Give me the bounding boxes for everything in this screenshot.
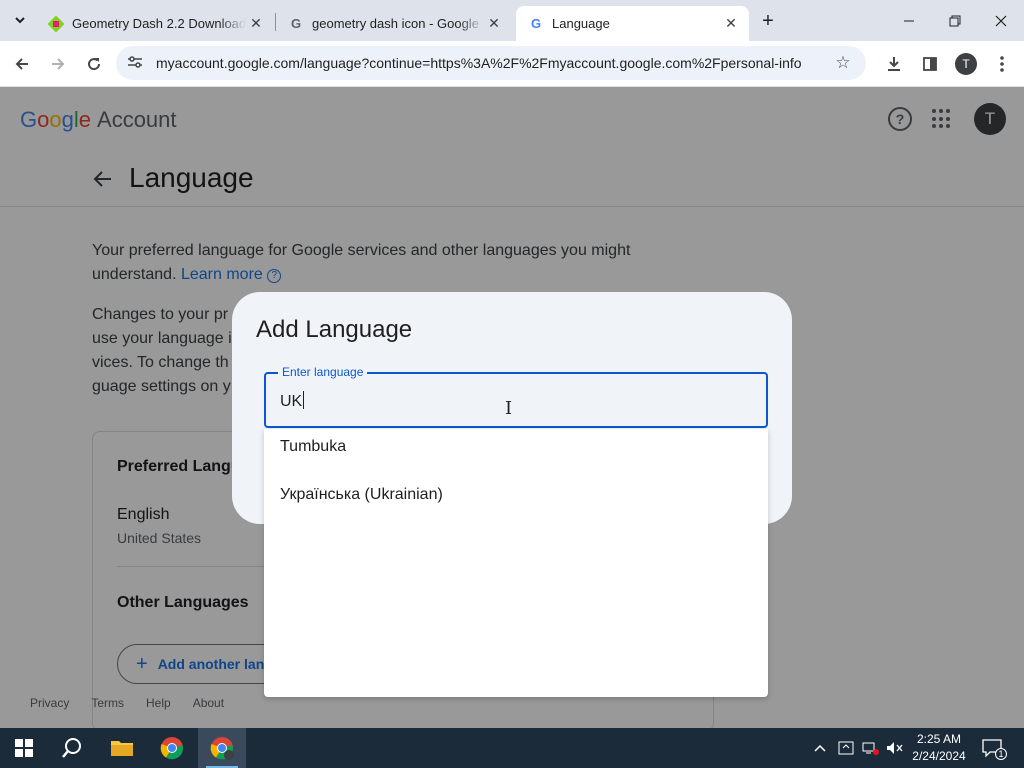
windows-start-icon[interactable] xyxy=(0,728,48,768)
back-icon[interactable] xyxy=(7,49,37,79)
site-info-icon[interactable] xyxy=(124,55,146,72)
field-value: UK xyxy=(280,393,303,410)
side-panel-icon[interactable] xyxy=(915,49,945,79)
new-tab-icon[interactable]: + xyxy=(756,9,780,33)
tab-title: geometry dash icon - Google S xyxy=(312,16,484,31)
restore-icon[interactable] xyxy=(932,0,978,41)
search-icon[interactable] xyxy=(48,728,96,768)
close-window-icon[interactable] xyxy=(978,0,1024,41)
clock-time: 2:25 AM xyxy=(916,732,962,746)
notification-count: 1 xyxy=(995,748,1007,760)
field-label: Enter language xyxy=(278,365,368,379)
tab-strip: Geometry Dash 2.2 Download F ✕ G geometr… xyxy=(0,0,1024,41)
reload-icon[interactable] xyxy=(79,49,109,79)
tab-title: Geometry Dash 2.2 Download F xyxy=(72,16,246,31)
tab-geometry-dash-download[interactable]: Geometry Dash 2.2 Download F ✕ xyxy=(36,6,274,41)
profile-avatar[interactable]: T xyxy=(955,53,977,75)
suggestion-tumbuka[interactable]: Tumbuka xyxy=(264,423,768,471)
tab-geometry-dash-icon-search[interactable]: G geometry dash icon - Google S ✕ xyxy=(276,6,512,41)
download-icon[interactable] xyxy=(879,49,909,79)
tab-language[interactable]: G Language ✕ xyxy=(516,6,749,41)
google-g-icon: G xyxy=(530,16,542,31)
update-icon[interactable] xyxy=(838,728,854,768)
show-hidden-icons[interactable] xyxy=(814,728,826,768)
language-input[interactable]: Enter language UK xyxy=(264,365,768,428)
bookmark-star-icon[interactable]: ☆ xyxy=(828,53,858,73)
chevron-down-icon xyxy=(15,17,25,24)
forward-icon[interactable] xyxy=(43,49,73,79)
chrome-profile-icon[interactable] xyxy=(198,728,246,768)
close-icon[interactable]: ✕ xyxy=(721,14,741,34)
dialog-title: Add Language xyxy=(256,316,413,343)
text-caret xyxy=(303,391,305,409)
menu-dots-icon[interactable] xyxy=(987,49,1017,79)
browser-toolbar: myaccount.google.com/language?continue=h… xyxy=(0,41,1024,87)
notification-icon[interactable]: 1 xyxy=(980,736,1007,760)
url-text[interactable]: myaccount.google.com/language?continue=h… xyxy=(156,55,828,71)
system-clock[interactable]: 2:25 AM 2/24/2024 xyxy=(910,731,968,765)
clock-date: 2/24/2024 xyxy=(912,749,966,763)
volume-muted-icon[interactable] xyxy=(886,728,904,768)
close-icon[interactable]: ✕ xyxy=(484,14,504,34)
minimize-icon[interactable] xyxy=(886,0,932,41)
suggestion-ukrainian[interactable]: Українська (Ukrainian) xyxy=(264,471,768,519)
windows-taskbar: 2:25 AM 2/24/2024 1 xyxy=(0,728,1024,768)
tab-title: Language xyxy=(552,16,610,31)
address-bar[interactable]: myaccount.google.com/language?continue=h… xyxy=(116,46,866,80)
geometry-dash-icon xyxy=(48,15,64,32)
chrome-icon[interactable] xyxy=(148,728,196,768)
text-cursor-icon: I xyxy=(505,398,513,419)
tab-search-button[interactable] xyxy=(6,7,34,33)
close-icon[interactable]: ✕ xyxy=(246,14,266,34)
network-icon[interactable] xyxy=(862,728,880,768)
google-g-icon: G xyxy=(290,16,302,31)
file-explorer-icon[interactable] xyxy=(98,728,146,768)
suggestion-dropdown: Tumbuka Українська (Ukrainian) xyxy=(264,429,768,697)
page-content: Google Account ? T Language Your preferr… xyxy=(0,87,1024,728)
